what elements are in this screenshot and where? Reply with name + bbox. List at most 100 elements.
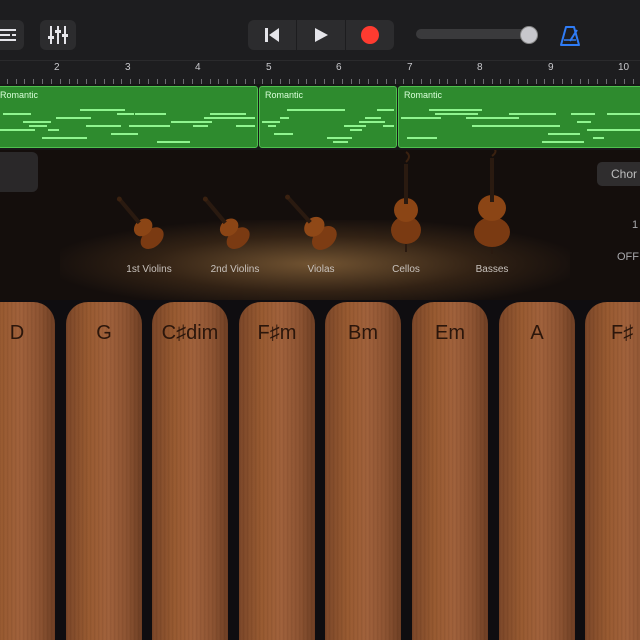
- region-name: Romantic: [265, 90, 304, 100]
- midi-note: [177, 141, 190, 143]
- chord-strip[interactable]: D: [0, 302, 55, 640]
- midi-note: [435, 113, 478, 115]
- timeline-ruler[interactable]: 2 3 4 5 6 7 8 9 10: [0, 60, 640, 84]
- instrument-label: Violas: [307, 264, 335, 275]
- play-icon: [315, 28, 328, 42]
- midi-note: [111, 133, 138, 135]
- setting-value-off: OFF: [617, 251, 639, 263]
- midi-note: [466, 117, 519, 119]
- midi-note: [601, 129, 640, 131]
- midi-note: [429, 109, 482, 111]
- midi-note: [383, 125, 394, 127]
- midi-note: [236, 125, 255, 127]
- mixer-sliders-icon: [48, 26, 68, 44]
- ruler-bar-number: 4: [195, 62, 201, 73]
- ruler-bar-number: 5: [266, 62, 272, 73]
- instrument-label: 1st Violins: [126, 264, 172, 275]
- chord-label: G: [96, 322, 112, 344]
- midi-note: [607, 113, 640, 115]
- setting-value: 1: [632, 219, 639, 231]
- chord-strip[interactable]: C♯dim: [152, 302, 228, 640]
- midi-note: [407, 137, 437, 139]
- violin-icon: [202, 196, 250, 249]
- viola-icon: [285, 194, 337, 250]
- rewind-button[interactable]: [248, 20, 297, 50]
- midi-note: [242, 117, 255, 119]
- play-button[interactable]: [297, 20, 346, 50]
- chord-label: A: [530, 322, 544, 344]
- midi-note: [636, 129, 640, 131]
- midi-note: [359, 121, 385, 123]
- record-button[interactable]: [346, 20, 394, 50]
- chord-label: C♯dim: [161, 322, 219, 344]
- instrument-basses[interactable]: Basses: [452, 150, 532, 280]
- chord-strip[interactable]: Em: [412, 302, 488, 640]
- transport-controls: [248, 20, 394, 50]
- chord-label: D: [9, 322, 25, 344]
- record-icon: [361, 26, 379, 44]
- ruler-bar-number: 6: [336, 62, 342, 73]
- chord-strip[interactable]: F♯: [585, 302, 640, 640]
- tracks-list-icon: [0, 29, 16, 41]
- metronome-icon: [560, 26, 580, 46]
- tracks-view-button[interactable]: [0, 20, 24, 50]
- region-name: Romantic: [0, 90, 39, 100]
- midi-note: [42, 137, 63, 139]
- midi-note: [548, 133, 580, 135]
- midi-note: [23, 121, 51, 123]
- midi-region[interactable]: Romantic: [259, 86, 397, 148]
- midi-note: [593, 137, 604, 139]
- midi-note: [333, 141, 348, 143]
- strings-track-lane: Romantic Romantic Romantic: [0, 84, 640, 150]
- master-volume-slider[interactable]: [416, 29, 536, 39]
- midi-note: [365, 117, 381, 119]
- midi-note: [129, 125, 170, 127]
- instrument-2nd-violins[interactable]: 2nd Violins: [195, 150, 275, 280]
- violin-icon: [116, 196, 164, 249]
- ruler-bar-number: 9: [548, 62, 554, 73]
- midi-note: [117, 113, 134, 115]
- mixer-button[interactable]: [40, 20, 76, 50]
- midi-note: [542, 141, 584, 143]
- midi-note: [274, 133, 293, 135]
- ruler-bar-number: 2: [54, 62, 60, 73]
- cello-icon: [391, 151, 421, 252]
- chord-label: F♯m: [257, 322, 297, 344]
- instrument-1st-violins[interactable]: 1st Violins: [109, 150, 189, 280]
- midi-region[interactable]: Romantic: [0, 86, 258, 148]
- chord-strip[interactable]: F♯m: [239, 302, 315, 640]
- ruler-bar-number: 8: [477, 62, 483, 73]
- midi-note: [344, 125, 366, 127]
- chord-strips-area: D G C♯dim F♯m Bm Em A F♯: [0, 300, 640, 640]
- midi-note: [293, 109, 341, 111]
- instrument-violas[interactable]: Violas: [281, 150, 361, 280]
- midi-note: [262, 121, 280, 123]
- ruler-bar-number: 3: [125, 62, 131, 73]
- chord-strip[interactable]: A: [499, 302, 575, 640]
- chord-label: F♯: [611, 322, 634, 344]
- midi-note: [210, 113, 246, 115]
- metronome-button[interactable]: [558, 24, 582, 48]
- chords-button[interactable]: Chor: [597, 162, 640, 186]
- chord-strip[interactable]: Bm: [325, 302, 401, 640]
- midi-note: [571, 113, 595, 115]
- control-bar: [0, 0, 640, 60]
- midi-region[interactable]: Romantic: [398, 86, 640, 148]
- side-panel-handle[interactable]: [0, 152, 38, 192]
- double-bass-icon: [474, 150, 510, 254]
- chord-label: Bm: [348, 322, 378, 344]
- midi-note: [327, 137, 352, 139]
- ruler-bar-number: 7: [407, 62, 413, 73]
- volume-slider-knob[interactable]: [520, 26, 538, 44]
- midi-note: [163, 141, 173, 143]
- chord-strip[interactable]: G: [66, 302, 142, 640]
- midi-note: [187, 121, 212, 123]
- chord-label: Em: [435, 322, 465, 344]
- region-name: Romantic: [404, 90, 443, 100]
- midi-note: [62, 137, 87, 139]
- garageband-strings-app: 2 3 4 5 6 7 8 9 10 Romantic Romantic Romantic Ch…: [0, 0, 640, 640]
- midi-note: [193, 125, 208, 127]
- midi-note: [577, 121, 591, 123]
- midi-note: [280, 117, 289, 119]
- instrument-cellos[interactable]: Cellos: [366, 150, 446, 280]
